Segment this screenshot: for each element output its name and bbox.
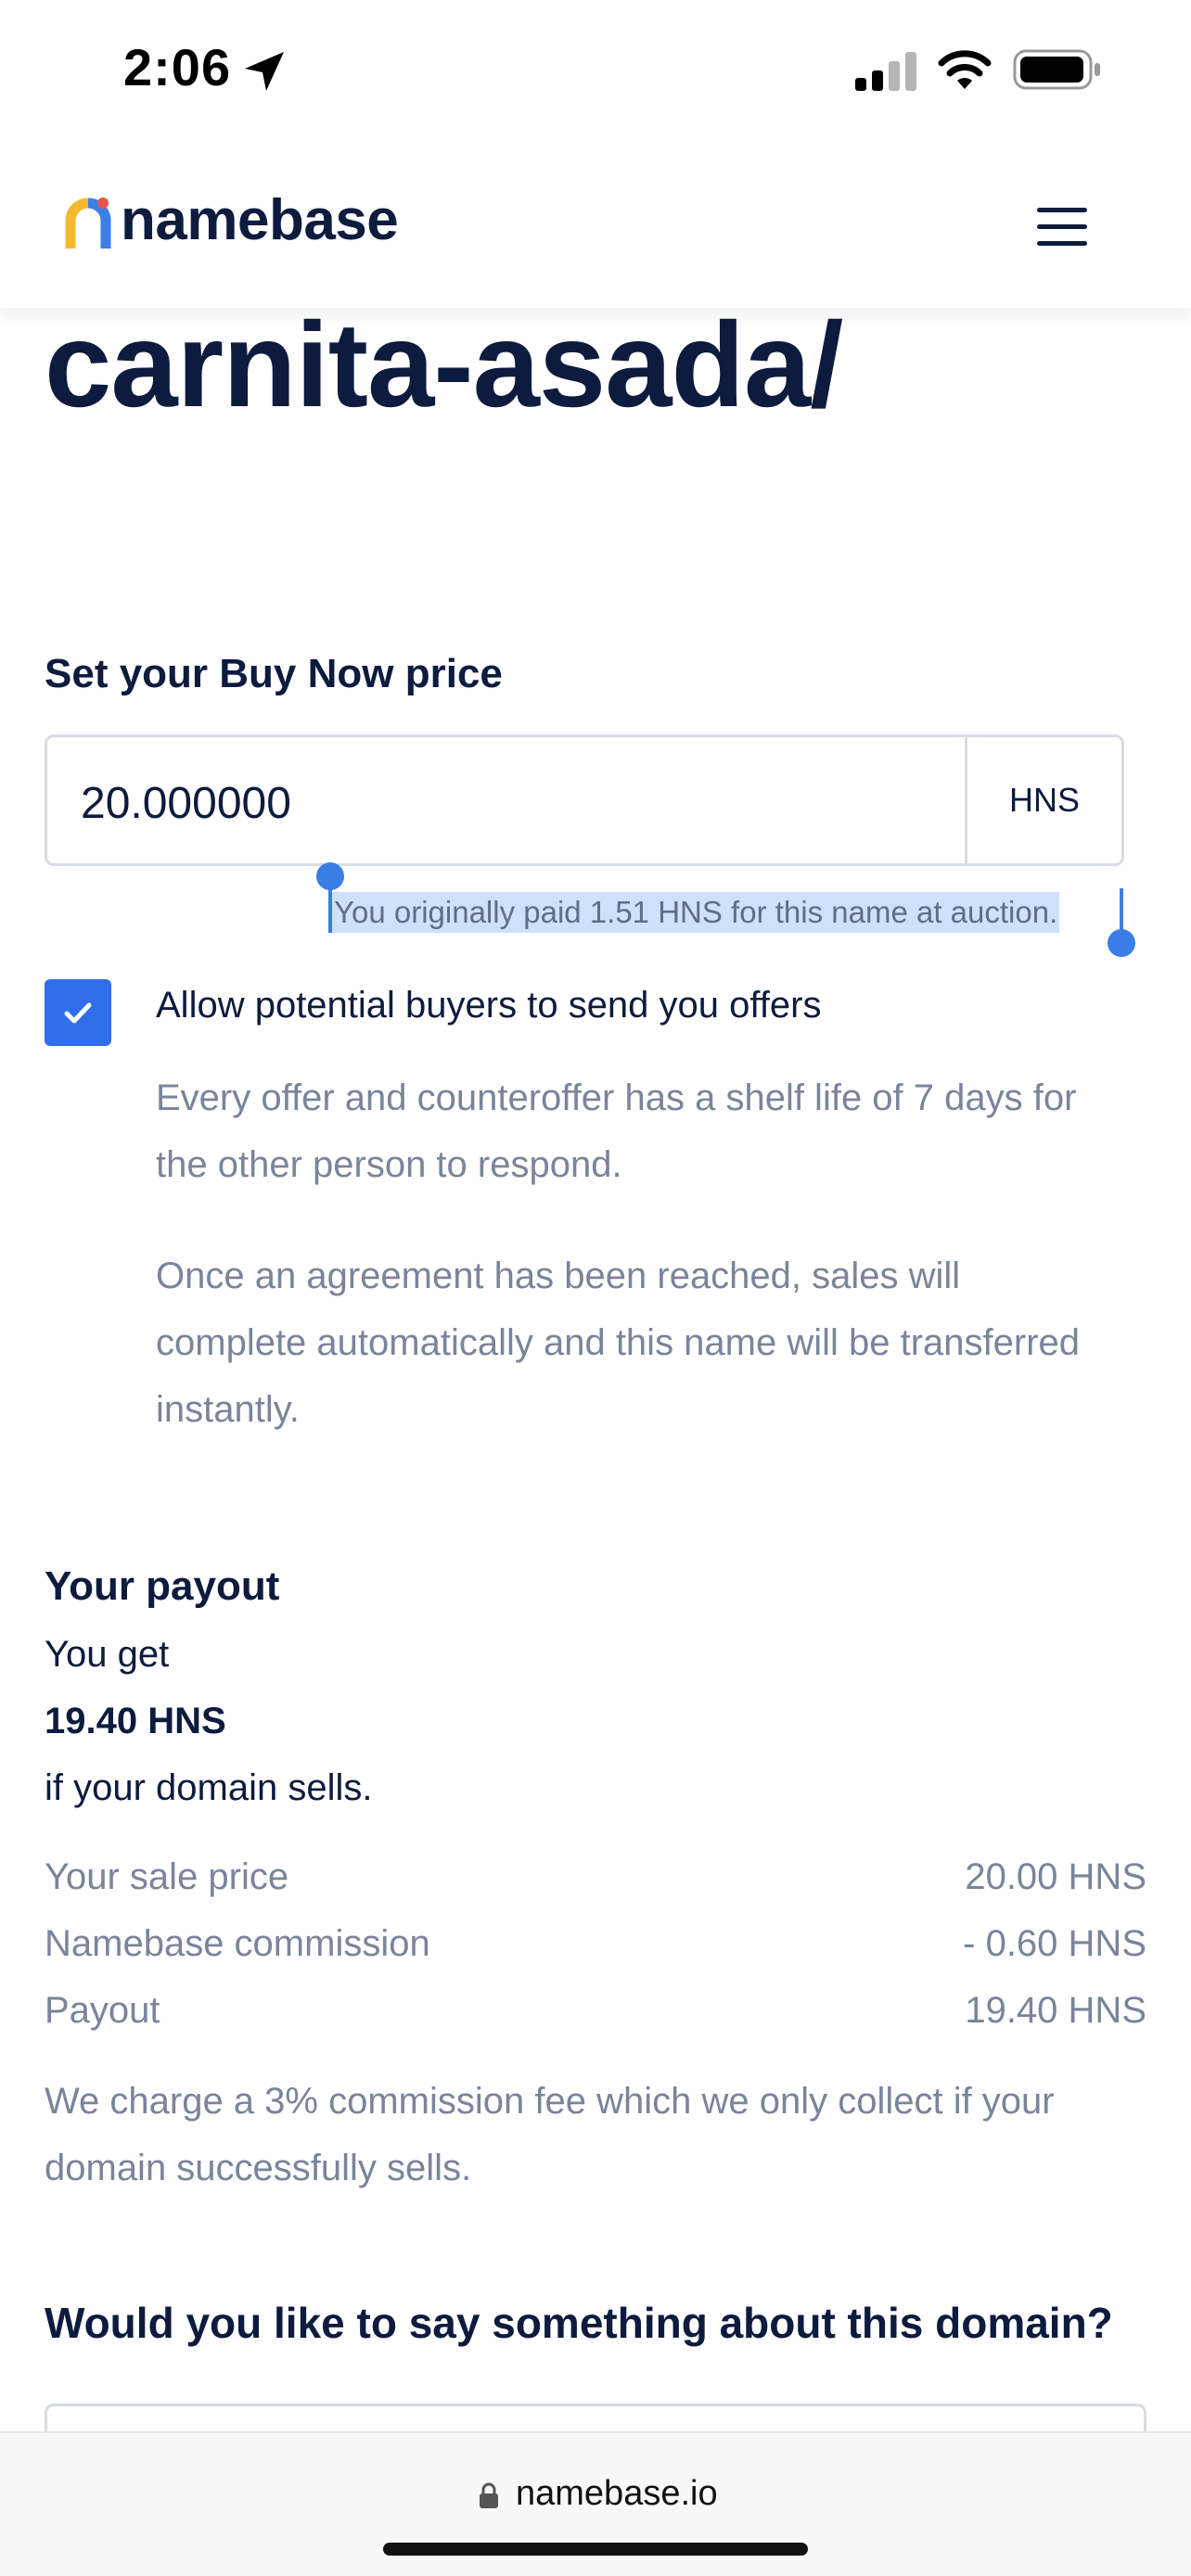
selection-end-handle[interactable]	[1108, 929, 1135, 957]
url-text[interactable]: namebase.io	[516, 2474, 718, 2514]
allow-offers-checkbox[interactable]	[45, 979, 111, 1046]
payout-heading: Your payout	[45, 1563, 280, 1609]
status-time: 2:06	[123, 38, 232, 96]
breakdown-label: Your sale price	[45, 1856, 289, 1897]
allow-offers-label[interactable]: Allow potential buyers to send you offer…	[156, 985, 821, 1027]
payout-amount: 19.40 HNS	[45, 1701, 226, 1741]
domain-title: carnita-asada/	[45, 297, 843, 432]
selection-start-handle[interactable]	[316, 862, 344, 890]
hamburger-menu-icon[interactable]	[1030, 195, 1100, 250]
checkmark-icon	[64, 1002, 92, 1024]
breakdown-row-sale-price: Your sale price 20.00 HNS	[45, 1856, 1146, 1912]
home-indicator[interactable]	[383, 2543, 808, 2556]
currency-label: HNS	[1008, 781, 1080, 819]
namebase-logo-icon	[65, 198, 111, 249]
location-arrow-icon	[245, 52, 284, 91]
breakdown-value: 19.40 HNS	[965, 1990, 1146, 2031]
agreement-note: Once an agreement has been reached, sale…	[156, 1256, 1081, 1430]
wifi-icon	[938, 50, 992, 89]
breakdown-label: Namebase commission	[45, 1923, 430, 1964]
domain-message-heading: Would you like to say something about th…	[45, 2299, 1113, 2347]
selection-start-caret[interactable]	[328, 888, 332, 933]
breakdown-row-commission: Namebase commission - 0.60 HNS	[45, 1923, 1146, 1979]
page: 2:06 namebase carnita-asada/ Set your Bu…	[0, 0, 1191, 2576]
breakdown-label: Payout	[45, 1990, 160, 2031]
logo-text[interactable]: namebase	[121, 187, 399, 253]
buy-now-heading: Set your Buy Now price	[45, 651, 503, 696]
buy-now-price-field[interactable]: 20.000000 HNS	[45, 734, 1124, 866]
breakdown-value: 20.00 HNS	[965, 1856, 1146, 1897]
app-header: namebase	[0, 139, 1191, 308]
original-price-note: You originally paid 1.51 HNS for this na…	[330, 892, 1060, 933]
commission-note: We charge a 3% commission fee which we o…	[45, 2081, 1055, 2188]
lock-icon	[480, 2482, 498, 2508]
price-input-value[interactable]: 20.000000	[81, 778, 291, 829]
browser-address-bar[interactable]: namebase.io	[0, 2431, 1191, 2576]
payout-condition: if your domain sells.	[45, 1767, 373, 1808]
breakdown-row-payout: Payout 19.40 HNS	[45, 1990, 1146, 2046]
status-bar: 2:06	[0, 0, 1191, 139]
breakdown-value: - 0.60 HNS	[963, 1923, 1146, 1964]
battery-icon	[1013, 49, 1100, 90]
you-get-text: You get	[45, 1634, 170, 1675]
selection-end-caret[interactable]	[1120, 888, 1123, 933]
cellular-signal-icon	[855, 52, 916, 91]
offer-shelf-life-note: Every offer and counteroffer has a shelf…	[156, 1078, 1077, 1185]
